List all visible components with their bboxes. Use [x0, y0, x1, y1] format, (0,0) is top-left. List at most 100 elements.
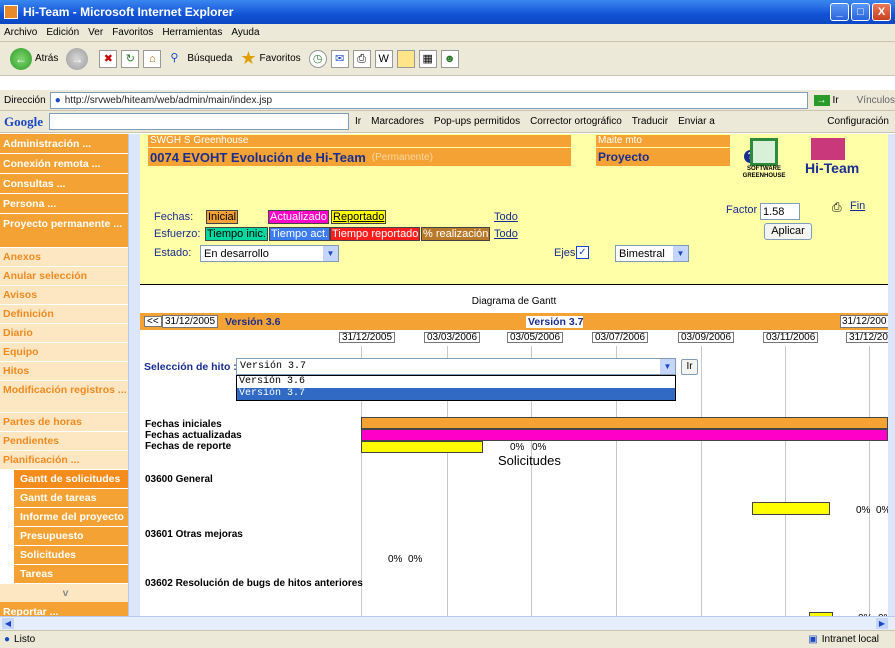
sidebar-item-modification[interactable]: Modificación registros ...: [0, 381, 128, 413]
ejes-checkbox[interactable]: ✓: [576, 246, 589, 259]
folder-icon[interactable]: [396, 49, 415, 68]
sidebar-item-project[interactable]: Proyecto permanente ...: [0, 214, 128, 248]
menu-favoritos[interactable]: Favoritos: [112, 27, 153, 38]
project-title: 0074 EVOHT Evolución de Hi-Team: [150, 149, 366, 165]
gantt-nav-prev[interactable]: <<: [144, 316, 162, 327]
search-button[interactable]: ⚲ Búsqueda: [165, 50, 232, 68]
esfuerzo-tiempo-inic[interactable]: Tiempo inic.: [205, 227, 268, 241]
forward-button[interactable]: →: [66, 47, 91, 70]
fechas-inicial[interactable]: Inicial: [206, 210, 239, 224]
scroll-left-icon[interactable]: ◀: [2, 618, 14, 629]
scroll-right-icon[interactable]: ▶: [876, 618, 888, 629]
sidebar-item-budget[interactable]: Presupuesto: [14, 527, 128, 546]
address-input[interactable]: ● http://srvweb/hiteam/web/admin/main/in…: [49, 91, 808, 109]
menu-ver[interactable]: Ver: [88, 27, 103, 38]
history-icon[interactable]: ◷: [308, 49, 327, 68]
horizontal-scrollbar[interactable]: ◀ ▶: [0, 616, 895, 630]
esfuerzo-tiempo-reportado[interactable]: Tiempo reportado: [330, 227, 421, 241]
sidebar-item-gantt-requests[interactable]: Gantt de solicitudes: [14, 470, 128, 489]
apply-button[interactable]: Aplicar: [764, 223, 812, 240]
print-icon-header[interactable]: ⎙: [832, 200, 842, 215]
sidebar-item-team[interactable]: Equipo: [0, 343, 128, 362]
main-scrollbar[interactable]: [888, 134, 895, 616]
sidebar-item-project-report[interactable]: Informe del proyecto: [14, 508, 128, 527]
go-arrow-icon[interactable]: →: [813, 94, 830, 106]
refresh-icon[interactable]: ↻: [121, 49, 140, 68]
estado-select[interactable]: En desarrollo ▼: [200, 245, 339, 262]
messenger-icon[interactable]: ☻: [440, 49, 459, 68]
project-header: SWGH S Greenhouse 0074 EVOHT Evolución d…: [140, 134, 888, 284]
sidebar-more[interactable]: v: [0, 584, 128, 603]
esfuerzo-realizacion[interactable]: % realización: [421, 227, 491, 241]
menu-ayuda[interactable]: Ayuda: [231, 27, 259, 38]
esfuerzo-todo[interactable]: Todo: [494, 228, 518, 240]
hiteam-logo-text: Hi-Team: [805, 160, 860, 176]
sidebar-item-tasks[interactable]: Tareas: [14, 565, 128, 584]
home-icon[interactable]: ⌂: [143, 49, 162, 68]
maximize-button[interactable]: □: [851, 3, 870, 21]
sidebar: Administración ... Conexión remota ... C…: [0, 134, 128, 616]
sidebar-item-milestones[interactable]: Hitos: [0, 362, 128, 381]
links-label[interactable]: Vínculos: [857, 95, 895, 106]
sidebar-item-queries[interactable]: Consultas ...: [0, 174, 128, 194]
sidebar-scrollbar[interactable]: [128, 134, 140, 616]
bar-updated: [361, 429, 888, 441]
fechas-reportado[interactable]: Reportado: [331, 210, 387, 224]
hito-select[interactable]: Versión 3.7 ▼: [236, 358, 676, 375]
chevron-down-icon: ▼: [673, 246, 688, 261]
google-translate[interactable]: Traducir: [632, 116, 668, 127]
menu-edicion[interactable]: Edición: [46, 27, 79, 38]
search-icon: ⚲: [170, 51, 179, 64]
sidebar-item-annexes[interactable]: Anexos: [0, 248, 128, 267]
address-bar: Dirección ● http://srvweb/hiteam/web/adm…: [0, 90, 895, 111]
end-link[interactable]: Fin: [850, 200, 865, 212]
research-icon[interactable]: ▦: [418, 49, 437, 68]
hito-option-selected[interactable]: Versión 3.7: [237, 388, 675, 400]
sidebar-item-pending[interactable]: Pendientes: [0, 432, 128, 451]
menu-archivo[interactable]: Archivo: [4, 27, 37, 38]
fechas-actualizado[interactable]: Actualizado: [268, 210, 329, 224]
sidebar-item-planning[interactable]: Planificación ...: [0, 451, 128, 470]
google-settings[interactable]: Configuración: [827, 116, 889, 127]
sidebar-item-report[interactable]: Reportar ...: [0, 602, 128, 616]
back-button[interactable]: ← Atrás: [10, 47, 58, 70]
greenhouse-logo-icon: [750, 138, 778, 166]
sidebar-item-unselect[interactable]: Anular selección: [0, 267, 128, 286]
close-button[interactable]: X: [872, 3, 891, 21]
stop-icon[interactable]: ✖: [99, 49, 118, 68]
favorites-button[interactable]: ★ Favoritos: [240, 48, 300, 69]
sidebar-item-remote[interactable]: Conexión remota ...: [0, 154, 128, 174]
sidebar-item-gantt-tasks[interactable]: Gantt de tareas: [14, 489, 128, 508]
sidebar-item-admin[interactable]: Administración ...: [0, 134, 128, 154]
google-go-button[interactable]: Ir: [355, 116, 361, 127]
row-label-updated: Fechas actualizadas: [145, 430, 242, 441]
google-popups[interactable]: Pop-ups permitidos: [434, 116, 520, 127]
google-send[interactable]: Enviar a: [678, 116, 715, 127]
sidebar-item-timesheets[interactable]: Partes de horas: [0, 413, 128, 432]
sidebar-item-definition[interactable]: Definición: [0, 305, 128, 324]
report-pct-2: 0%: [532, 442, 547, 453]
factor-input[interactable]: 1.58: [760, 203, 800, 220]
report-pct: 0%: [510, 442, 525, 453]
hito-value: Versión 3.7: [240, 361, 307, 372]
fechas-todo[interactable]: Todo: [494, 211, 518, 223]
sidebar-item-requests[interactable]: Solicitudes: [14, 546, 128, 565]
go-label[interactable]: Ir: [833, 95, 839, 106]
sidebar-item-notices[interactable]: Avisos: [0, 286, 128, 305]
minimize-button[interactable]: _: [830, 3, 849, 21]
menu-herramientas[interactable]: Herramientas: [162, 27, 222, 38]
star-icon: ★: [240, 48, 257, 68]
mail-icon[interactable]: ✉: [330, 49, 349, 68]
print-icon[interactable]: ⎙: [352, 49, 371, 68]
sidebar-item-diary[interactable]: Diario: [0, 324, 128, 343]
google-search-input[interactable]: [49, 113, 349, 130]
period-select[interactable]: Bimestral ▼: [615, 245, 689, 262]
edit-icon[interactable]: W: [374, 49, 393, 68]
hito-go-button[interactable]: Ir: [681, 359, 698, 375]
sidebar-item-person[interactable]: Persona ...: [0, 194, 128, 214]
esfuerzo-tiempo-act[interactable]: Tiempo act.: [269, 227, 331, 241]
google-bookmarks[interactable]: Marcadores: [371, 116, 424, 127]
hito-option[interactable]: Versión 3.6: [237, 376, 675, 388]
back-arrow-icon: ←: [10, 47, 32, 70]
google-spellcheck[interactable]: Corrector ortográfico: [530, 116, 622, 127]
